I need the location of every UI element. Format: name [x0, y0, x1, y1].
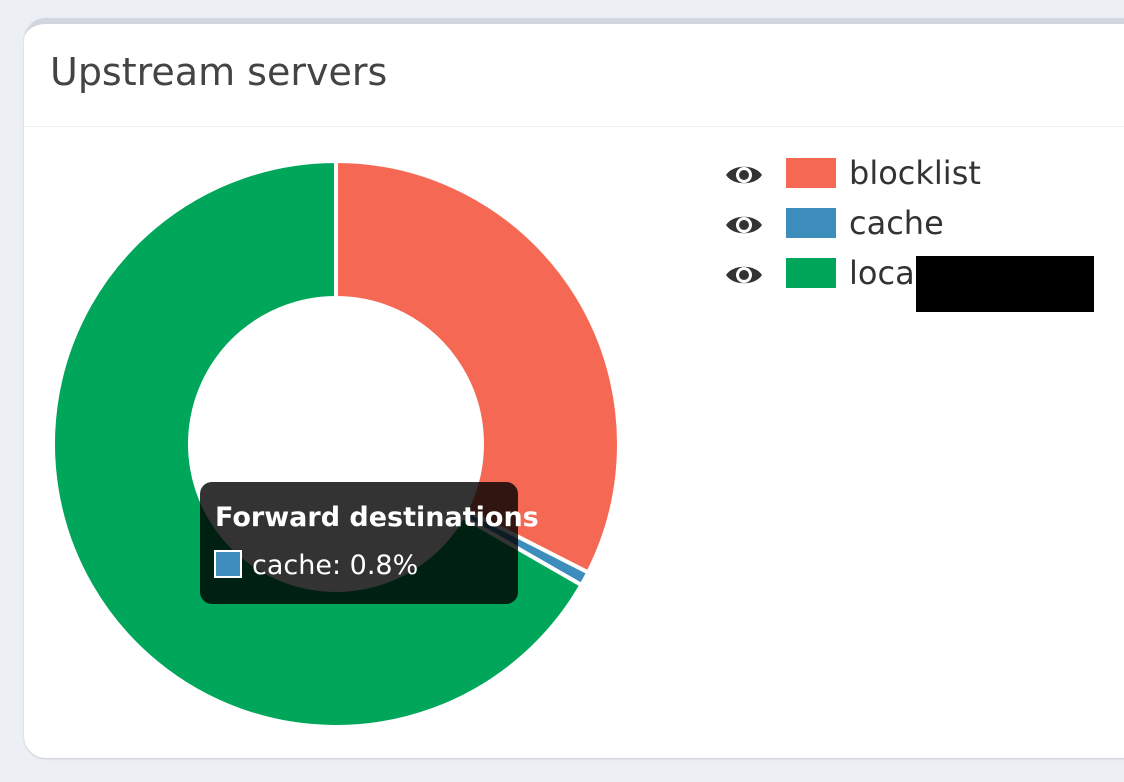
upstream-servers-card: Upstream servers blocklist cache local F… — [24, 18, 1124, 758]
eye-icon[interactable] — [724, 212, 764, 238]
eye-icon[interactable] — [724, 162, 764, 188]
tooltip-title: Forward destinations — [215, 502, 539, 533]
tooltip-swatch — [214, 550, 242, 578]
legend-label-cache: cache — [849, 204, 944, 242]
legend-swatch-cache — [786, 208, 836, 238]
legend-label-local: local — [849, 254, 924, 292]
legend-swatch-local — [786, 258, 836, 288]
legend-item-blocklist[interactable]: blocklist — [724, 154, 1104, 204]
legend-item-cache[interactable]: cache — [724, 204, 1104, 254]
eye-icon[interactable] — [724, 262, 764, 288]
donut-chart — [51, 158, 621, 729]
legend-label-blocklist: blocklist — [849, 154, 981, 192]
legend-swatch-blocklist — [786, 158, 836, 188]
redaction-box — [916, 256, 1094, 312]
chart-tooltip: Forward destinations cache: 0.8% — [200, 482, 539, 604]
tooltip-body: cache: 0.8% — [252, 550, 419, 581]
